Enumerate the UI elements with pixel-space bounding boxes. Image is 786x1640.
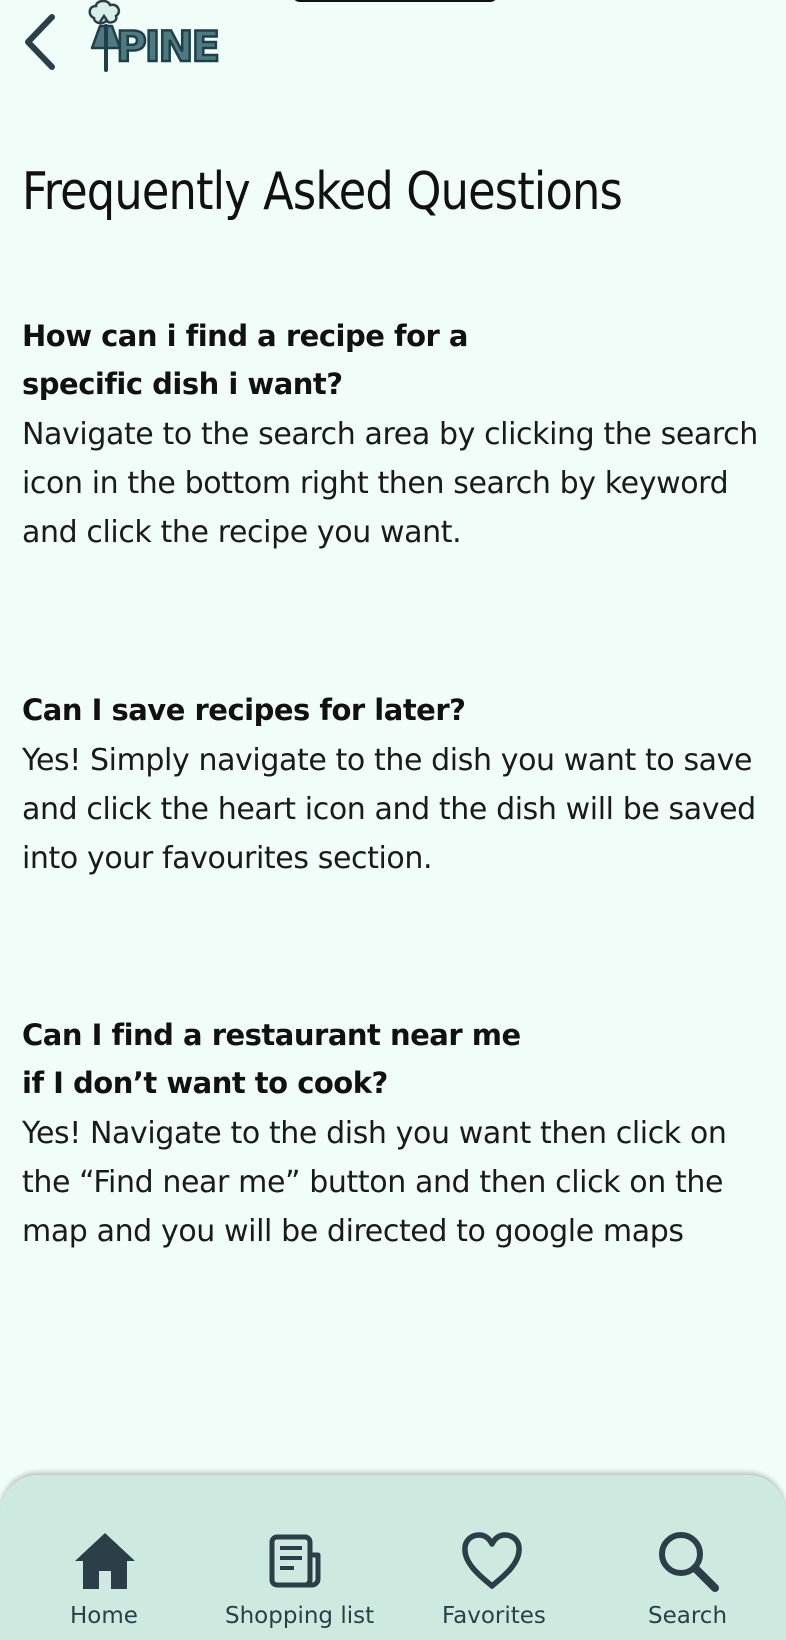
faq-answer: Yes! Navigate to the dish you want then … bbox=[22, 1116, 727, 1249]
nav-item-search[interactable]: Search bbox=[638, 1475, 738, 1640]
faq-answer: Navigate to the search area by clicking … bbox=[22, 417, 758, 550]
faq-answer: Yes! Simply navigate to the dish you wan… bbox=[22, 743, 756, 876]
heart-icon bbox=[456, 1525, 528, 1597]
faq-item: Can I find a restaurant near me if I don… bbox=[22, 1011, 767, 1256]
faq-question: Can I save recipes for later? bbox=[22, 693, 466, 727]
back-button[interactable] bbox=[14, 8, 66, 76]
page-title: Frequently Asked Questions bbox=[22, 162, 623, 222]
nav-label-home: Home bbox=[70, 1603, 138, 1629]
nav-item-home[interactable]: Home bbox=[40, 1475, 170, 1640]
camera-notch bbox=[292, 0, 498, 2]
nav-item-shopping-list[interactable]: Shopping list bbox=[220, 1475, 380, 1640]
nav-label-search: Search bbox=[648, 1603, 728, 1629]
faq-item: How can i find a recipe for a specific d… bbox=[22, 312, 767, 557]
chevron-left-icon bbox=[25, 14, 55, 70]
list-icon bbox=[260, 1525, 332, 1597]
faq-item: Can I save recipes for later? Yes! Simpl… bbox=[22, 686, 767, 883]
logo-wordmark: PINE bbox=[115, 22, 222, 71]
pine-logo: PINE bbox=[86, 0, 236, 74]
nav-label-shopping-list: Shopping list bbox=[225, 1603, 375, 1629]
nav-item-favorites[interactable]: Favorites bbox=[430, 1475, 555, 1640]
home-icon bbox=[69, 1525, 141, 1597]
faq-question: Can I find a restaurant near me if I don… bbox=[22, 1018, 521, 1100]
faq-question: How can i find a recipe for a specific d… bbox=[22, 319, 468, 401]
search-icon bbox=[652, 1525, 724, 1597]
nav-label-favorites: Favorites bbox=[442, 1603, 546, 1629]
bottom-navigation: Home Shopping list Favorites Search bbox=[0, 1475, 786, 1640]
